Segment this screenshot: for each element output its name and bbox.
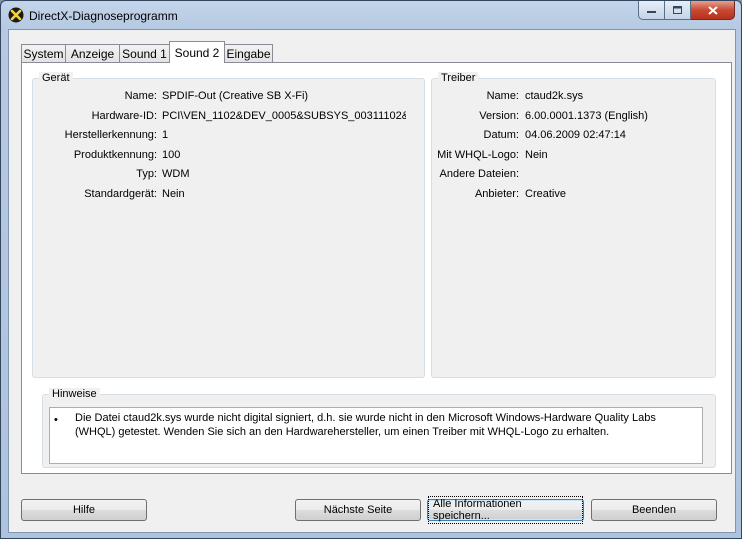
driver-group-title: Treiber xyxy=(438,72,479,84)
field-value: ctaud2k.sys xyxy=(525,90,584,102)
field-value: 04.06.2009 02:47:14 xyxy=(525,129,626,141)
field-label: Name: xyxy=(486,90,519,102)
button-label: Beenden xyxy=(631,504,677,516)
field-value: 100 xyxy=(162,149,181,161)
button-label: Nächste Seite xyxy=(323,504,393,516)
caption-buttons xyxy=(638,1,735,21)
button-label: Alle Informationen speichern... xyxy=(428,496,583,524)
next-page-button[interactable]: Nächste Seite xyxy=(295,499,421,521)
field-value: Nein xyxy=(162,188,185,200)
field-label: Version: xyxy=(479,110,519,122)
tab-label: Eingabe xyxy=(226,46,271,61)
note-text: Die Datei ctaud2k.sys wurde nicht digita… xyxy=(75,412,656,438)
field-label: Anbieter: xyxy=(474,188,519,200)
field-value: Nein xyxy=(525,149,548,161)
field-label: Andere Dateien: xyxy=(439,168,520,180)
driver-group: Treiber Name: ctaud2k.sys Version: 6.00.… xyxy=(431,72,716,378)
field-label: Hardware-ID: xyxy=(91,110,157,122)
exit-button[interactable]: Beenden xyxy=(591,499,717,521)
notes-group: Hinweise • Die Datei ctaud2k.sys wurde n… xyxy=(42,388,716,468)
maximize-button[interactable] xyxy=(665,1,691,20)
minimize-icon xyxy=(647,11,656,13)
notes-textbox[interactable]: • Die Datei ctaud2k.sys wurde nicht digi… xyxy=(49,407,703,464)
field-value: 1 xyxy=(162,129,169,141)
tab-label: Sound 1 xyxy=(122,46,167,61)
help-button[interactable]: Hilfe xyxy=(21,499,147,521)
window-frame: DirectX-Diagnoseprogramm System Anzeige … xyxy=(0,0,742,539)
field-value: Creative xyxy=(525,188,566,200)
field-label: Produktkennung: xyxy=(73,149,157,161)
window-title: DirectX-Diagnoseprogramm xyxy=(29,9,178,23)
directx-x-icon xyxy=(8,7,24,23)
tab-system[interactable]: System xyxy=(21,44,66,62)
save-all-info-button[interactable]: Alle Informationen speichern... xyxy=(427,496,584,524)
field-label: Herstellerkennung: xyxy=(64,129,157,141)
tab-label: Sound 2 xyxy=(174,45,220,60)
tab-sound-1[interactable]: Sound 1 xyxy=(119,44,170,62)
maximize-icon xyxy=(673,6,682,14)
close-icon xyxy=(707,5,718,15)
tab-label: System xyxy=(23,46,64,61)
field-label: Datum: xyxy=(483,129,519,141)
tab-sound-2[interactable]: Sound 2 xyxy=(169,41,225,63)
dialog-client-area: System Anzeige Sound 1 Sound 2 Eingabe G… xyxy=(8,29,736,533)
field-label: Mit WHQL-Logo: xyxy=(437,149,519,161)
minimize-button[interactable] xyxy=(638,1,665,20)
field-label: Standardgerät: xyxy=(84,188,157,200)
field-value: SPDIF-Out (Creative SB X-Fi) xyxy=(162,90,309,102)
tab-anzeige[interactable]: Anzeige xyxy=(65,44,120,62)
field-value: 6.00.0001.1373 (English) xyxy=(525,110,648,122)
button-label: Hilfe xyxy=(72,504,95,516)
tab-label: Anzeige xyxy=(70,46,115,61)
close-button[interactable] xyxy=(691,1,735,20)
bullet: • xyxy=(54,414,58,426)
sound-2-tab-panel: Gerät Name: SPDIF-Out (Creative SB X-Fi)… xyxy=(21,62,732,474)
title-bar[interactable]: DirectX-Diagnoseprogramm xyxy=(1,1,741,29)
field-label: Name: xyxy=(124,90,157,102)
field-label: Typ: xyxy=(136,168,157,180)
tab-eingabe[interactable]: Eingabe xyxy=(224,44,273,62)
notes-group-title: Hinweise xyxy=(49,388,100,400)
field-value: PCI\VEN_1102&DEV_0005&SUBSYS_00311102&RE xyxy=(162,110,406,122)
device-group: Gerät Name: SPDIF-Out (Creative SB X-Fi)… xyxy=(32,72,425,378)
device-group-title: Gerät xyxy=(39,72,73,84)
field-value: WDM xyxy=(162,168,190,180)
